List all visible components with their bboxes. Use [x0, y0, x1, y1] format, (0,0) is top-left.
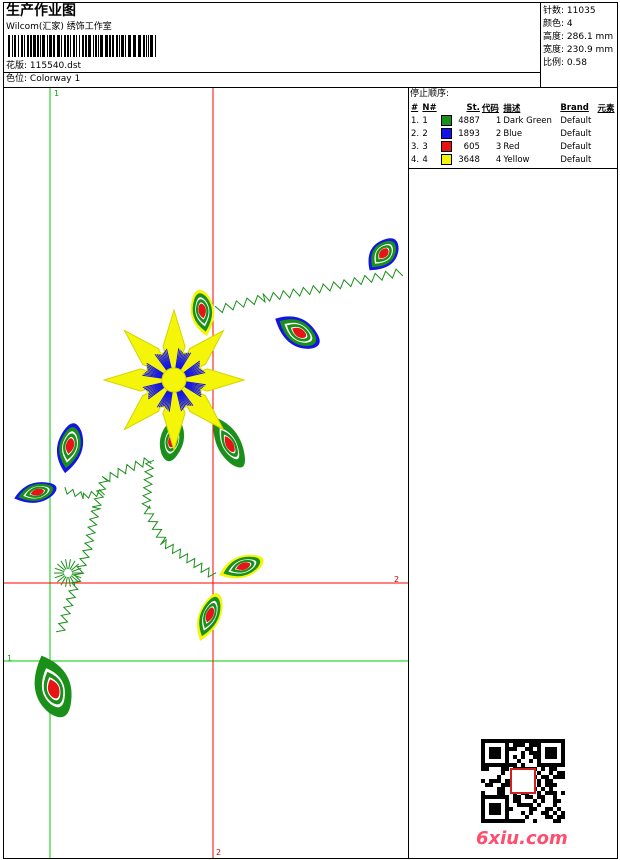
color-swatch: [440, 141, 452, 152]
guide-label-v2: 2: [216, 848, 222, 857]
design-label: 花版:: [6, 61, 28, 71]
stat-height: 高度: 286.1 mm: [543, 32, 614, 42]
guide-label-h1: 1: [7, 654, 13, 663]
seal-icon: [510, 768, 536, 794]
col-brand: Brand: [560, 102, 589, 113]
table-row: 1. 1 4887 1 Dark Green Default: [411, 115, 592, 126]
col-swatch: [440, 101, 455, 114]
header-divider: [3, 72, 541, 73]
color-swatch: [440, 128, 452, 139]
stat-scale: 比例: 0.58: [543, 58, 587, 68]
col-n: N#: [422, 102, 437, 113]
qr-code-icon: [481, 739, 565, 823]
color-stop-table: # N# St. 代码 描述 Brand 元素 1. 1 4887 1 Dark Gre…: [410, 101, 618, 166]
watermark: 6xiu.com: [476, 828, 568, 849]
studio-name: Wilcom(汇家) 绣饰工作室: [6, 22, 112, 32]
design-name: 花版: 115540.dst: [6, 61, 81, 72]
colorway: 色位: Colorway 1: [6, 74, 80, 85]
col-element: 元素: [597, 103, 615, 114]
stat-stitches: 针数: 11035: [543, 6, 596, 16]
design-value: 115540.dst: [29, 61, 82, 71]
col-code: 代码: [481, 103, 499, 114]
page-title: 生产作业图: [6, 3, 76, 19]
colorway-value: Colorway 1: [29, 74, 81, 84]
table-row: 3. 3 605 3 Red Default: [411, 141, 592, 152]
guide-label-v1: 1: [54, 89, 60, 98]
color-swatch: [440, 154, 452, 165]
col-stitches: St.: [466, 102, 480, 113]
colorway-label: 色位:: [6, 74, 28, 84]
col-num: #: [411, 102, 419, 113]
table-row: 2. 2 1893 2 Blue Default: [411, 128, 592, 139]
color-swatch: [440, 115, 452, 126]
guide-label-h2: 2: [394, 575, 400, 584]
table-row: 4. 4 3648 4 Yellow Default: [411, 154, 592, 165]
table-header-row: # N# St. 代码 描述 Brand 元素: [410, 101, 618, 114]
stoplist-title: 停止顺序:: [410, 89, 450, 99]
stat-colors: 颜色: 4: [543, 19, 573, 29]
col-desc: 描述: [503, 103, 521, 114]
barcode-icon: [8, 35, 156, 57]
embroidery-canvas: [4, 88, 408, 858]
stat-width: 宽度: 230.9 mm: [543, 45, 614, 55]
